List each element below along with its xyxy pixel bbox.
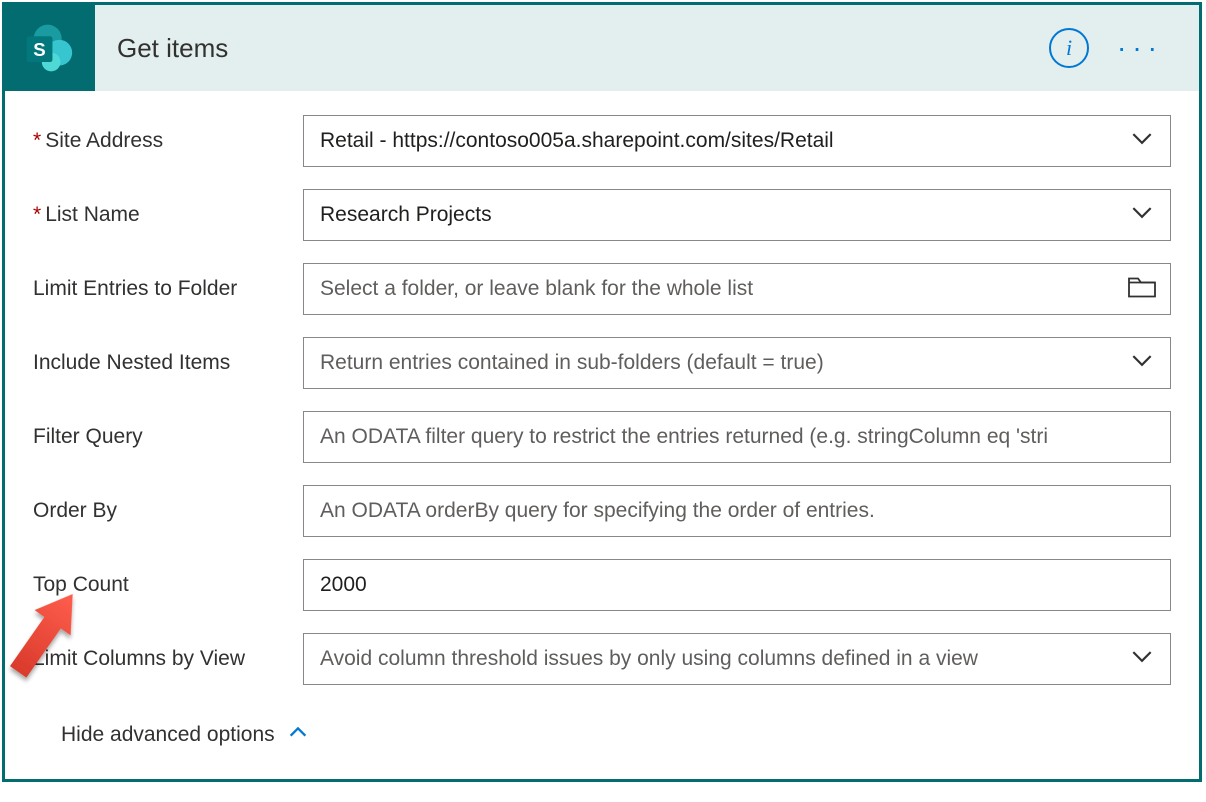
info-icon[interactable]: i bbox=[1049, 28, 1089, 68]
site-address-dropdown[interactable]: Retail - https://contoso005a.sharepoint.… bbox=[303, 115, 1171, 167]
svg-text:S: S bbox=[33, 39, 45, 60]
filter-input[interactable] bbox=[303, 411, 1171, 463]
label-nested: Include Nested Items bbox=[33, 351, 303, 375]
limit-cols-dropdown[interactable]: Avoid column threshold issues by only us… bbox=[303, 633, 1171, 685]
label-site-address: *Site Address bbox=[33, 129, 303, 153]
label-orderby: Order By bbox=[33, 499, 303, 523]
hide-advanced-toggle[interactable]: Hide advanced options bbox=[33, 707, 1171, 749]
label-top-count: Top Count bbox=[33, 573, 303, 597]
list-name-dropdown[interactable]: Research Projects bbox=[303, 189, 1171, 241]
form-body: *Site Address Retail - https://contoso00… bbox=[5, 91, 1199, 779]
label-list-name: *List Name bbox=[33, 203, 303, 227]
sharepoint-icon: S bbox=[5, 5, 95, 91]
folder-icon[interactable] bbox=[1127, 275, 1157, 304]
limit-folder-input[interactable] bbox=[303, 263, 1171, 315]
orderby-input[interactable] bbox=[303, 485, 1171, 537]
action-card: S Get items i ··· *Site Address Retail -… bbox=[2, 2, 1202, 782]
nested-dropdown[interactable]: Return entries contained in sub-folders … bbox=[303, 337, 1171, 389]
more-icon[interactable]: ··· bbox=[1117, 34, 1163, 62]
label-filter: Filter Query bbox=[33, 425, 303, 449]
action-title: Get items bbox=[95, 33, 1049, 64]
chevron-up-icon bbox=[287, 721, 309, 749]
label-limit-folder: Limit Entries to Folder bbox=[33, 277, 303, 301]
top-count-input[interactable] bbox=[303, 559, 1171, 611]
card-header: S Get items i ··· bbox=[5, 5, 1199, 91]
label-limit-cols: Limit Columns by View bbox=[33, 647, 303, 671]
